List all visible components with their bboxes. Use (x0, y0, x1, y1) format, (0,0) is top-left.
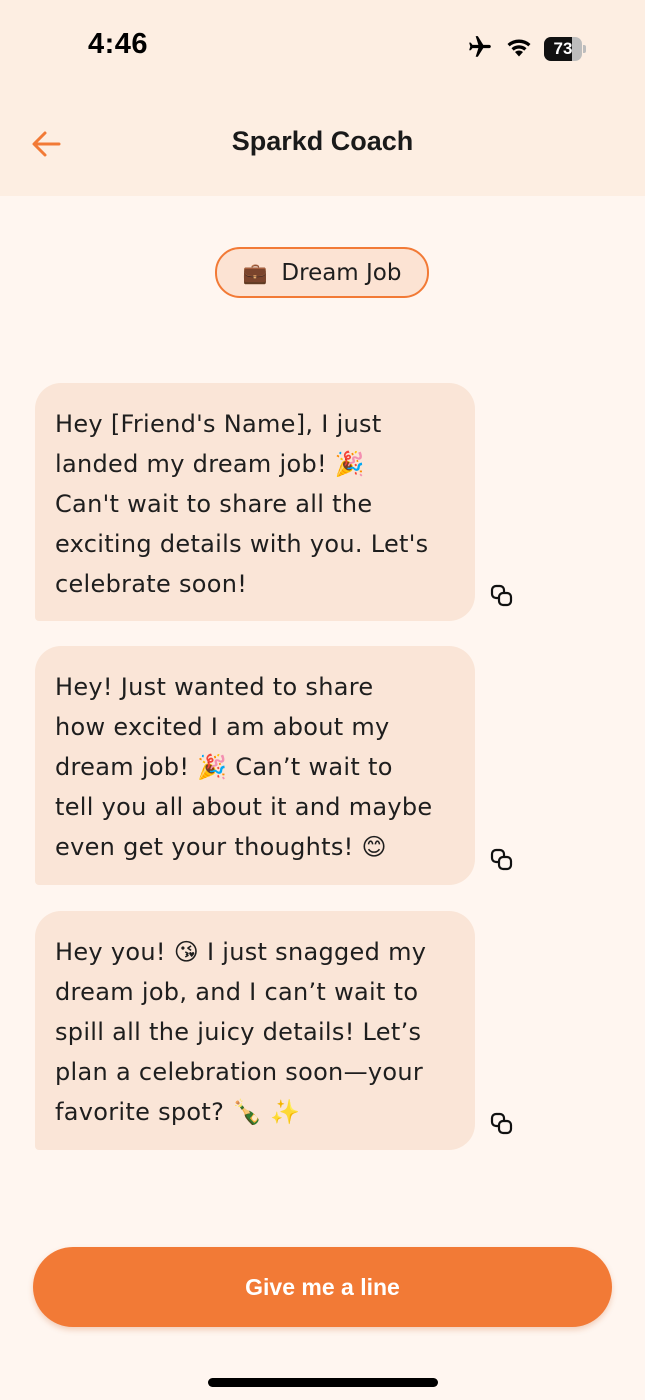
battery-level: 73 (553, 39, 573, 58)
message-line: dream job, and I can’t wait to (55, 978, 419, 1006)
message-line: spill all the juicy details! Let’s (55, 1018, 422, 1046)
message-line: tell you all about it and maybe (55, 793, 433, 821)
message-line: Hey you! 😘 I just snagged my (55, 938, 427, 966)
message-bubble: Hey! Just wanted to share how excited I … (35, 646, 475, 885)
wifi-icon (504, 35, 534, 63)
copy-button[interactable] (488, 846, 516, 874)
briefcase-icon: 💼 (242, 260, 268, 285)
message-line: favorite spot? 🍾 ✨ (55, 1098, 301, 1126)
message-line: dream job! 🎉 Can’t wait to (55, 753, 393, 781)
app-header: 4:46 73 Sparkd Coach (0, 0, 645, 196)
home-indicator (208, 1378, 438, 1387)
message-line: exciting details with you. Let's (55, 530, 429, 558)
message-line: how excited I am about my (55, 713, 390, 741)
copy-icon (490, 848, 513, 871)
airplane-icon (466, 34, 494, 64)
message-line: landed my dream job! 🎉 (55, 450, 366, 478)
message-line: Hey [Friend's Name], I just (55, 410, 382, 438)
message-line: even get your thoughts! 😊 (55, 833, 387, 861)
battery-icon: 73 (544, 37, 586, 61)
page-title: Sparkd Coach (231, 126, 414, 156)
status-time: 4:46 (88, 28, 149, 60)
copy-button[interactable] (488, 582, 516, 610)
message-line: Can't wait to share all the (55, 490, 373, 518)
copy-icon (490, 584, 513, 607)
copy-icon (490, 1112, 513, 1135)
give-me-a-line-button[interactable]: Give me a line (33, 1247, 612, 1327)
topic-chip-dream-job[interactable]: 💼 Dream Job (215, 247, 429, 298)
message-bubble: Hey [Friend's Name], I just landed my dr… (35, 383, 475, 621)
message-line: plan a celebration soon—your (55, 1058, 424, 1086)
topic-chip-label: Dream Job (281, 259, 402, 286)
message-line: celebrate soon! (55, 570, 248, 598)
status-icons: 73 (466, 34, 586, 64)
copy-button[interactable] (488, 1110, 516, 1138)
message-bubble: Hey you! 😘 I just snagged my dream job, … (35, 911, 475, 1150)
message-line: Hey! Just wanted to share (55, 673, 374, 701)
